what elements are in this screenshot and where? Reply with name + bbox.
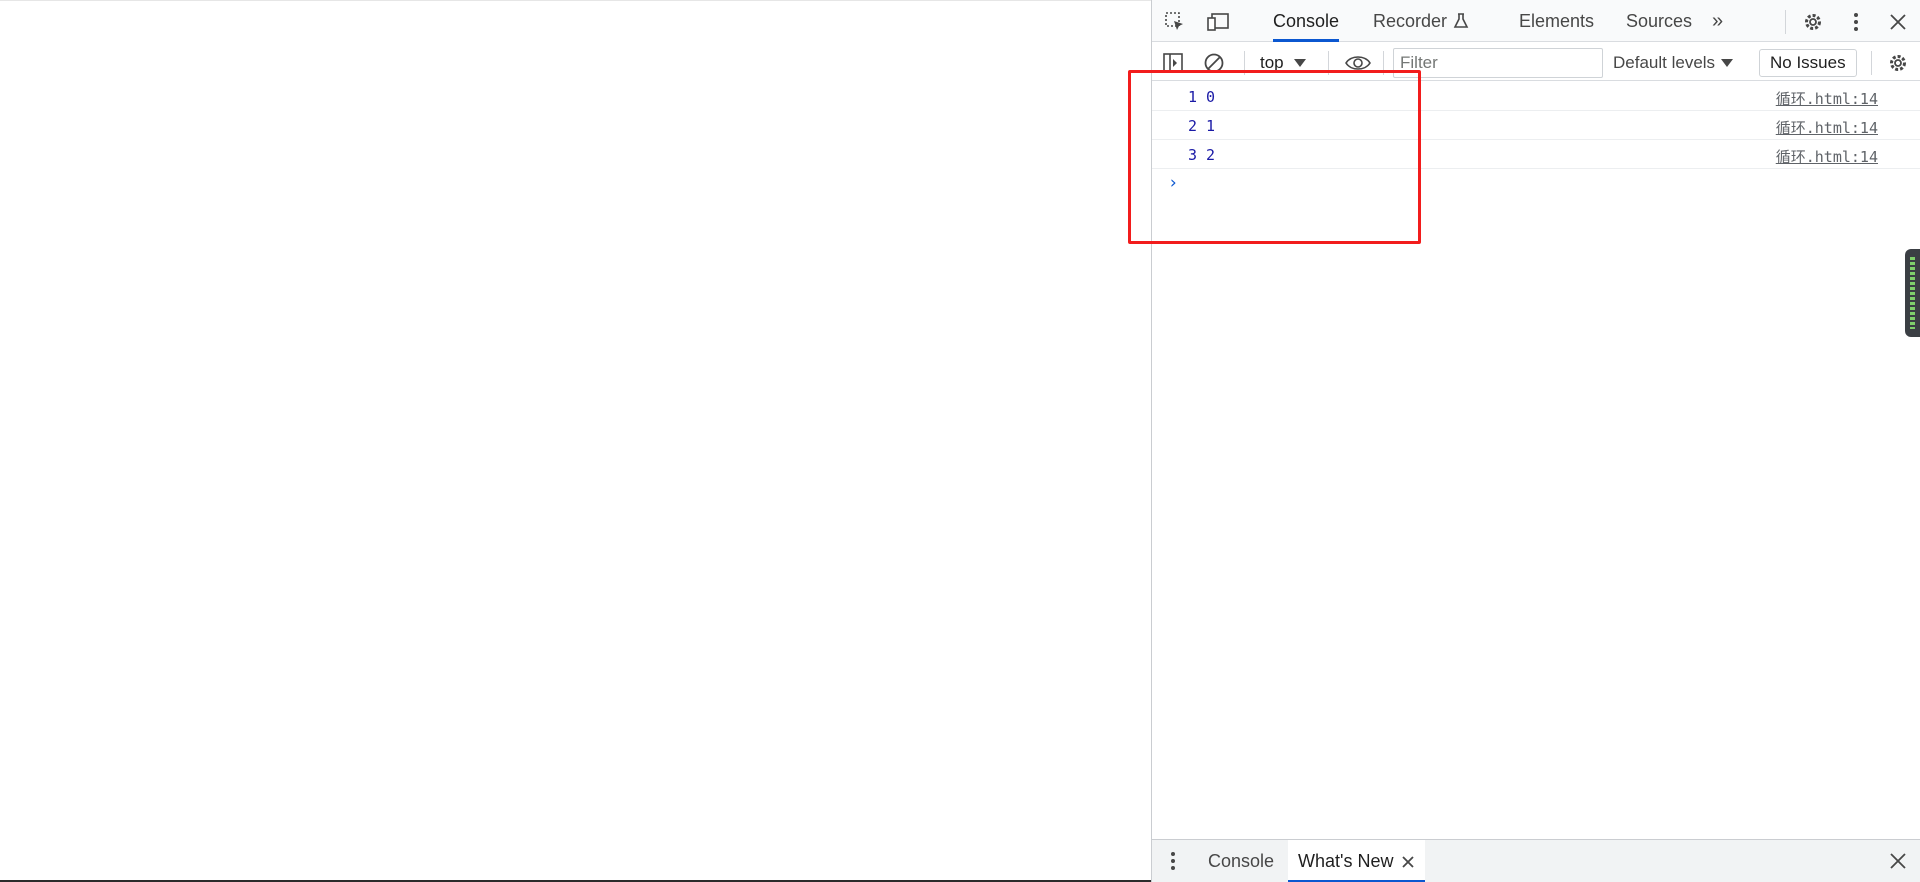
handle-indicator <box>1910 257 1915 329</box>
source-link[interactable]: 循环.html:14 <box>1776 117 1878 138</box>
toolbar-divider <box>1871 51 1872 75</box>
prompt-caret-icon: › <box>1168 173 1179 193</box>
log-levels-label: Default levels <box>1613 53 1716 72</box>
drawer-tab-console-label: Console <box>1208 851 1275 871</box>
console-message: 3 2 循环.html:14 <box>1152 140 1920 169</box>
sidebar-toggle-icon[interactable] <box>1160 50 1186 76</box>
more-tabs-icon: » <box>1712 9 1724 32</box>
tab-recorder-label: Recorder <box>1373 10 1448 31</box>
toolbar-divider <box>1383 51 1384 75</box>
toolbar-divider <box>1785 10 1786 34</box>
message-text: 2 1 <box>1188 117 1216 135</box>
filter-input[interactable] <box>1393 48 1603 78</box>
chevron-down-icon <box>1721 59 1734 67</box>
console-prompt: › <box>1152 169 1920 199</box>
side-panel-handle[interactable] <box>1905 249 1920 337</box>
chevron-down-icon <box>1293 59 1306 67</box>
console-message: 2 1 循环.html:14 <box>1152 111 1920 140</box>
close-icon[interactable] <box>1885 9 1911 35</box>
drawer-tab-console[interactable]: Console <box>1198 840 1284 882</box>
kebab-menu-icon[interactable] <box>1160 848 1186 874</box>
message-text: 3 2 <box>1188 146 1216 164</box>
tab-console-label: Console <box>1273 10 1340 31</box>
web-page-viewport <box>0 0 1151 882</box>
issues-label: No Issues <box>1770 53 1846 72</box>
context-selector[interactable]: top <box>1260 49 1306 77</box>
devtools-main-toolbar: Console Recorder Elements Sources » <box>1152 0 1920 42</box>
log-levels-dropdown[interactable]: Default levels <box>1613 49 1734 77</box>
gear-icon[interactable] <box>1885 50 1911 76</box>
inspect-element-icon[interactable] <box>1162 9 1188 35</box>
issues-button[interactable]: No Issues <box>1759 49 1857 77</box>
tab-recorder[interactable]: Recorder <box>1373 0 1469 42</box>
tab-sources[interactable]: Sources <box>1626 0 1692 42</box>
tab-sources-label: Sources <box>1626 10 1693 31</box>
eye-icon[interactable] <box>1342 50 1374 76</box>
clear-console-icon[interactable] <box>1201 50 1227 76</box>
devtools-panel: Console Recorder Elements Sources » top <box>1151 0 1920 882</box>
tab-elements[interactable]: Elements <box>1519 0 1594 42</box>
drawer-tab-whats-new-label: What's New <box>1298 851 1394 871</box>
kebab-menu-icon[interactable] <box>1843 9 1869 35</box>
toolbar-divider <box>1328 51 1329 75</box>
context-value: top <box>1260 53 1284 72</box>
drawer-tab-whats-new[interactable]: What's New <box>1288 840 1426 882</box>
device-toolbar-icon[interactable] <box>1205 9 1231 35</box>
gear-icon[interactable] <box>1800 9 1826 35</box>
tab-console[interactable]: Console <box>1273 0 1340 42</box>
devtools-drawer: Console What's New <box>1152 839 1920 882</box>
close-icon[interactable] <box>1885 848 1911 874</box>
more-tabs-button[interactable]: » <box>1712 0 1723 42</box>
close-tab-icon[interactable] <box>1401 855 1415 869</box>
source-link[interactable]: 循环.html:14 <box>1776 88 1878 109</box>
message-text: 1 0 <box>1188 88 1216 106</box>
toolbar-divider <box>1244 51 1245 75</box>
console-message: 1 0 循环.html:14 <box>1152 82 1920 111</box>
tab-elements-label: Elements <box>1519 10 1595 31</box>
console-toolbar: top Default levels No Issues <box>1152 43 1920 81</box>
console-messages: 1 0 循环.html:14 2 1 循环.html:14 3 2 循环.htm… <box>1152 82 1920 199</box>
flask-icon <box>1453 13 1469 28</box>
console-input[interactable] <box>1188 171 1868 195</box>
source-link[interactable]: 循环.html:14 <box>1776 146 1878 167</box>
